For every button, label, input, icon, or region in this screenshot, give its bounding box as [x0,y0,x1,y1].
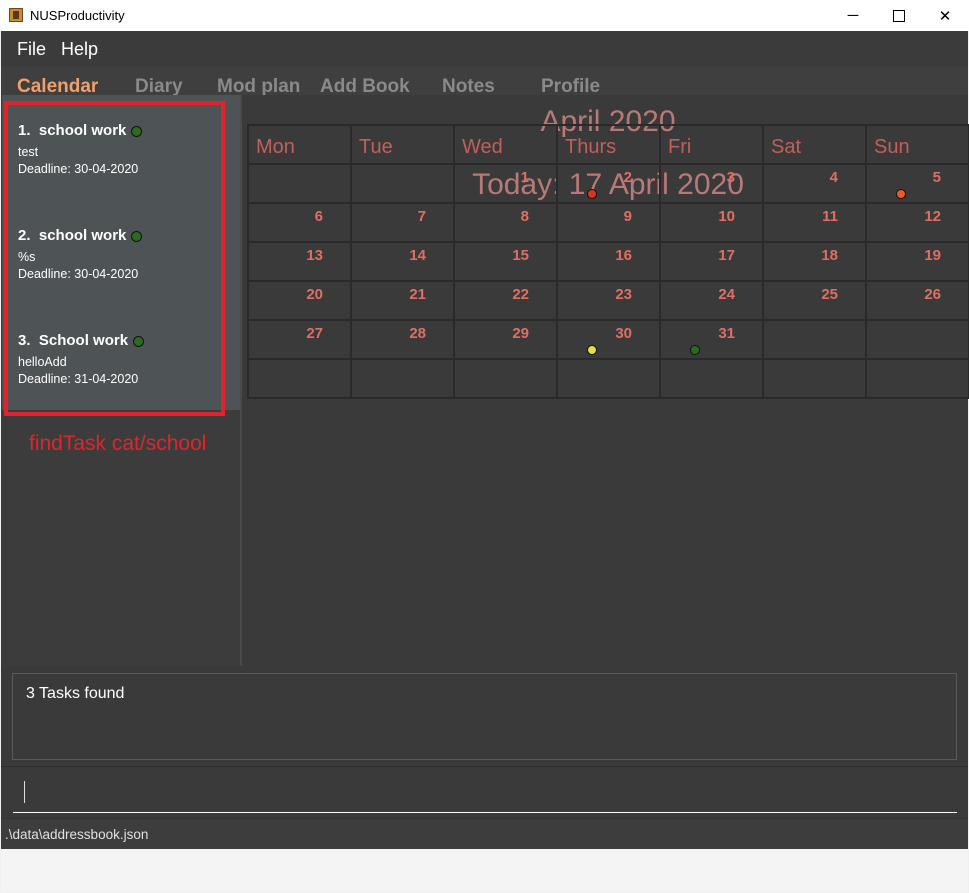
window-bottom-strip [1,849,968,892]
calendar-day-cell[interactable]: 30 [558,321,661,360]
calendar-day-cell[interactable]: 15 [455,243,558,282]
calendar-day-cell[interactable] [661,360,764,399]
status-file-path: .\data\addressbook.json [5,827,149,842]
minimize-icon: ─ [847,7,859,24]
command-box[interactable] [1,766,968,819]
result-area: 3 Tasks found [1,666,968,766]
calendar-day-cell[interactable]: 14 [352,243,455,282]
calendar-day-cell[interactable]: 9 [558,204,661,243]
close-icon: ✕ [938,7,952,25]
calendar-day-cell[interactable]: 17 [661,243,764,282]
calendar-day-cell[interactable] [764,321,867,360]
calendar-day-cell[interactable]: 23 [558,282,661,321]
task-panel: 1. school work test Deadline: 30-04-2020… [1,95,242,666]
task-marker-icon [587,189,597,199]
calendar-day-cell[interactable] [352,360,455,399]
command-input-underline [13,812,957,813]
highlight-annotation-box [4,101,225,416]
day-header-wed: Wed [455,126,558,165]
calendar-day-cell[interactable]: 1 [455,165,558,204]
tab-notes[interactable]: Notes [442,76,495,95]
calendar-day-cell[interactable]: 11 [764,204,867,243]
result-display: 3 Tasks found [12,673,957,760]
calendar-day-cell[interactable]: 6 [249,204,352,243]
calendar-day-cell[interactable] [249,360,352,399]
calendar-day-cell[interactable] [558,360,661,399]
calendar-grid: Mon Tue Wed Thurs Fri Sat Sun 1 2 3 4 5 6 7 8 9 10 11 12 13… [247,124,969,399]
calendar-day-cell[interactable] [455,360,558,399]
calendar-day-cell[interactable]: 10 [661,204,764,243]
status-bar: .\data\addressbook.json [1,818,968,849]
result-text: 3 Tasks found [26,685,125,702]
calendar-day-cell[interactable] [867,321,969,360]
app-icon [9,8,23,22]
calendar-day-cell[interactable]: 20 [249,282,352,321]
tab-mod-plan[interactable]: Mod plan [217,76,300,95]
day-header-mon: Mon [249,126,352,165]
calendar-day-cell[interactable]: 26 [867,282,969,321]
window-title-bar: NUSProductivity ─ ✕ [0,0,969,31]
calendar-day-cell[interactable]: 16 [558,243,661,282]
calendar-day-cell[interactable]: 24 [661,282,764,321]
minimize-button[interactable]: ─ [830,0,876,31]
text-caret [24,781,25,803]
tab-add-book[interactable]: Add Book [320,76,410,95]
calendar-day-cell[interactable]: 4 [764,165,867,204]
task-marker-icon [587,345,597,355]
calendar-day-cell[interactable]: 8 [455,204,558,243]
calendar-day-cell[interactable]: 19 [867,243,969,282]
menu-help[interactable]: Help [61,39,98,60]
tab-diary[interactable]: Diary [135,76,183,95]
tab-bar: Calendar Diary Mod plan Add Book Notes P… [1,67,968,95]
calendar-day-cell[interactable] [764,360,867,399]
maximize-button[interactable] [876,0,922,31]
calendar-day-cell[interactable]: 18 [764,243,867,282]
calendar-day-cell[interactable]: 7 [352,204,455,243]
calendar-day-cell[interactable] [249,165,352,204]
task-marker-icon [690,345,700,355]
day-header-thurs: Thurs [558,126,661,165]
calendar-day-cell[interactable]: 31 [661,321,764,360]
calendar-day-cell[interactable] [867,360,969,399]
day-header-sun: Sun [867,126,969,165]
calendar-day-cell[interactable]: 3 [661,165,764,204]
task-marker-icon [896,189,906,199]
calendar-day-cell[interactable] [352,165,455,204]
annotation-label: findTask cat/school [29,432,207,455]
calendar-day-cell[interactable]: 28 [352,321,455,360]
tab-profile[interactable]: Profile [541,76,600,95]
calendar-day-cell[interactable]: 21 [352,282,455,321]
calendar-day-cell[interactable]: 27 [249,321,352,360]
calendar-day-cell[interactable]: 2 [558,165,661,204]
calendar-day-cell[interactable]: 5 [867,165,969,204]
calendar-day-cell[interactable]: 12 [867,204,969,243]
menu-file[interactable]: File [17,39,46,60]
menu-bar: File Help [1,31,968,67]
window-title: NUSProductivity [30,8,125,23]
day-header-fri: Fri [661,126,764,165]
day-header-sat: Sat [764,126,867,165]
calendar-day-cell[interactable]: 25 [764,282,867,321]
tab-calendar[interactable]: Calendar [17,76,98,95]
close-button[interactable]: ✕ [922,0,968,31]
day-header-tue: Tue [352,126,455,165]
maximize-icon [893,9,905,22]
calendar-day-cell[interactable]: 13 [249,243,352,282]
calendar-day-cell[interactable]: 22 [455,282,558,321]
calendar-day-cell[interactable]: 29 [455,321,558,360]
